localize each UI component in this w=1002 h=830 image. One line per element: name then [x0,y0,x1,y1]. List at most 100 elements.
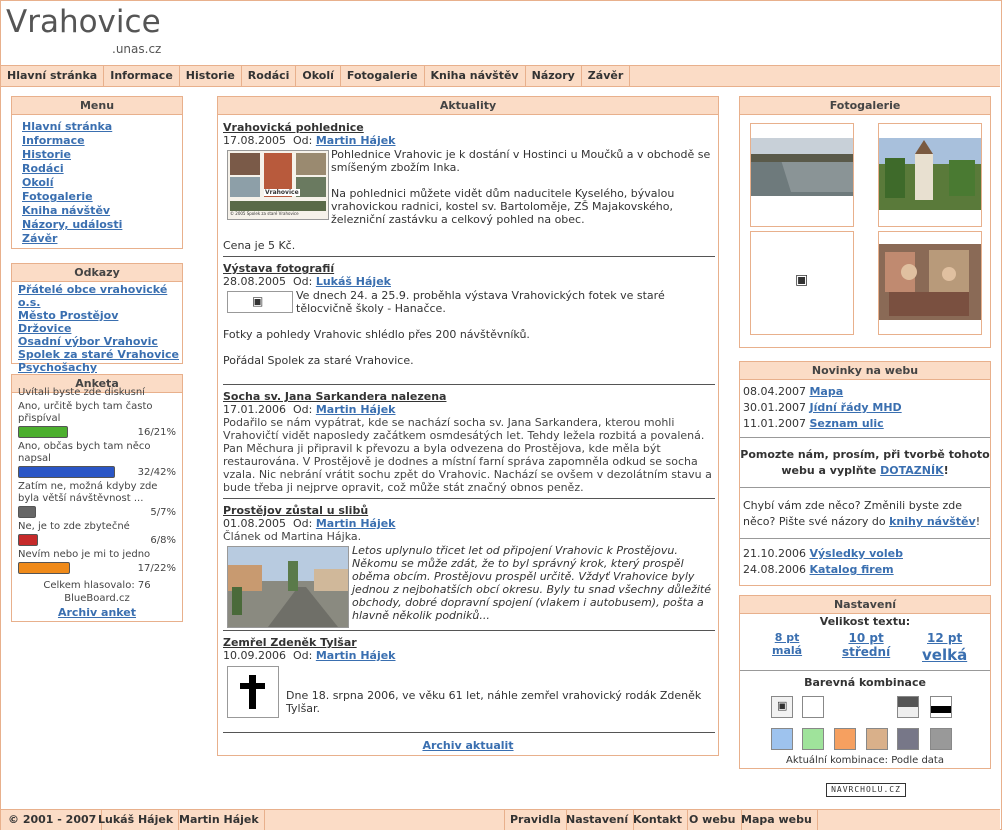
news-date: 10.09.2006 [223,649,286,662]
news-item-title[interactable]: Výstava fotografií [223,262,715,275]
cross-image [227,666,279,718]
font-size-medium[interactable]: 10 pt střední [842,631,890,659]
font-size-large[interactable]: 12 pt velká [922,630,967,665]
menu-item-opinions[interactable]: Názory, události [22,218,122,231]
poll-option-text: Ano, určitě bych tam často přispíval [18,401,153,424]
menu-item-guestbook[interactable]: Kniha návštěv [22,204,110,217]
navrcholu-badge[interactable]: NAVRCHOLU.CZ [826,783,906,797]
color-swatch-grey[interactable]: ▣ [771,696,793,718]
footer-author-martin[interactable]: Martin Hájek [174,810,265,830]
broken-image-icon: ▣ [252,294,264,308]
menu-item-info[interactable]: Informace [22,134,85,147]
footer-rules[interactable]: Pravidla [504,810,567,830]
webnews-link-streets[interactable]: Seznam ulic [809,417,883,430]
webnews-link-map[interactable]: Mapa [809,385,843,398]
color-swatch-green[interactable] [802,728,824,750]
news-author-link[interactable]: Martin Hájek [316,517,396,530]
gallery-photo-church [879,138,981,210]
news-author-link[interactable]: Lukáš Hájek [316,275,391,288]
nav-home[interactable]: Hlavní stránka [1,66,105,86]
link-friends[interactable]: Přátelé obce vrahovické o.s. [18,283,167,309]
webnews-date: 21.10.2006 [743,547,806,560]
news-from: Od: [292,134,313,147]
news-separator [223,384,715,385]
webnews-link-mhd[interactable]: Jídní řády MHD [809,401,901,414]
footer-settings[interactable]: Nastavení [561,810,635,830]
gallery-thumb[interactable] [878,123,982,227]
poll-provider: BlueBoard.cz [64,593,130,604]
news-item-title[interactable]: Socha sv. Jana Sarkandera nalezena [223,390,715,403]
color-swatch-blue[interactable] [771,728,793,750]
guestbook-link[interactable]: knihy návštěv [889,515,976,528]
news-author-link[interactable]: Martin Hájek [316,134,396,147]
footer-author-lukas[interactable]: Lukáš Hájek [93,810,180,830]
news-date: 28.08.2005 [223,275,286,288]
webnews-date: 08.04.2007 [743,385,806,398]
webnews-box: Novinky na webu 08.04.2007 Mapa 30.01.20… [739,361,991,586]
menu-item-conclusion[interactable]: Závěr [22,232,57,245]
webnews-link-elections[interactable]: Výsledky voleb [809,547,902,560]
link-osadni-vybor[interactable]: Osadní výbor Vrahovic [18,335,158,348]
survey-link[interactable]: DOTAZNÍK [880,464,943,477]
font-size-label: Velikost textu: [819,615,911,628]
webnews-link-companies[interactable]: Katalog firem [809,563,893,576]
link-prostejov[interactable]: Město Prostějov [18,309,118,322]
news-text: Ve dnech 24. a 25.9. proběhla výstava Vr… [296,289,665,315]
news-archive-link[interactable]: Archiv aktualit [422,739,513,752]
gallery-box: Fotogalerie ▣ [739,96,991,348]
nav-opinions[interactable]: Názory [526,66,582,86]
news-author-link[interactable]: Martin Hájek [316,403,396,416]
nav-history[interactable]: Historie [180,66,242,86]
menu-item-natives[interactable]: Rodáci [22,162,64,175]
menu-item-home[interactable]: Hlavní stránka [22,120,112,133]
poll-count: 5/7% [150,506,176,518]
webnews-date: 24.08.2006 [743,563,806,576]
news-text-price: Cena je 5 Kč. [223,239,296,252]
news-date: 01.08.2005 [223,517,286,530]
gallery-thumb[interactable] [878,231,982,335]
link-spolek[interactable]: Spolek za staré Vrahovice [18,348,179,361]
links-box: Odkazy Přátelé obce vrahovické o.s. Měst… [11,263,183,374]
news-text: Podařilo se nám vypátrat, kde se nachází… [223,416,712,494]
link-drzovice[interactable]: Držovice [18,322,71,335]
menu-item-surroundings[interactable]: Okolí [22,176,53,189]
color-swatch-black[interactable] [930,696,952,718]
postcard-image[interactable]: Vrahovice © 2005 Spolek za staré Vrahovi… [227,150,329,220]
gallery-thumb[interactable] [750,123,854,227]
footer-sitemap[interactable]: Mapa webu [736,810,818,830]
news-text: Fotky a pohledy Vrahovic shlédlo přes 20… [223,328,530,341]
menu-item-gallery[interactable]: Fotogalerie [22,190,93,203]
news-item-title[interactable]: Vrahovická pohlednice [223,121,715,134]
color-swatch-dark[interactable] [897,696,919,718]
nav-info[interactable]: Informace [104,66,180,86]
color-swatch-tan[interactable] [866,728,888,750]
top-nav: Hlavní stránka Informace Historie Rodáci… [1,65,1000,87]
news-from: Od: [292,275,313,288]
footer-about[interactable]: O webu [684,810,742,830]
news-author-link[interactable]: Martin Hájek [316,649,396,662]
news-item-title[interactable]: Prostějov zůstal u slibů [223,504,715,517]
site-logo[interactable]: Vrahovice [6,4,161,40]
nav-conclusion[interactable]: Závěr [582,66,631,86]
gallery-photo-river [751,138,853,196]
menu-box: Menu Hlavní stránka Informace Historie R… [11,96,183,249]
nav-guestbook[interactable]: Kniha návštěv [425,66,526,86]
gallery-thumb[interactable]: ▣ [750,231,854,335]
menu-item-history[interactable]: Historie [22,148,71,161]
font-size-small[interactable]: 8 pt malá [772,631,802,657]
footer-contact[interactable]: Kontakt [628,810,688,830]
nav-gallery[interactable]: Fotogalerie [341,66,425,86]
nav-surroundings[interactable]: Okolí [296,66,341,86]
poll-box: Anketa Uvítali byste zde diskusní fórum?… [11,374,183,622]
link-psychosachy[interactable]: Psychošachy [18,361,97,374]
color-swatch-orange[interactable] [834,728,856,750]
postcard-picture [228,151,328,219]
street-photo[interactable] [227,546,349,628]
news-item: Výstava fotografií 28.08.2005 Od: Lukáš … [223,262,715,288]
poll-archive-link[interactable]: Archiv anket [58,606,136,619]
color-swatch-slate[interactable] [897,728,919,750]
nav-natives[interactable]: Rodáci [242,66,297,86]
color-swatch-white[interactable] [802,696,824,718]
color-swatch-silver[interactable] [930,728,952,750]
news-item-title[interactable]: Zemřel Zdeněk Tylšar [223,636,715,649]
